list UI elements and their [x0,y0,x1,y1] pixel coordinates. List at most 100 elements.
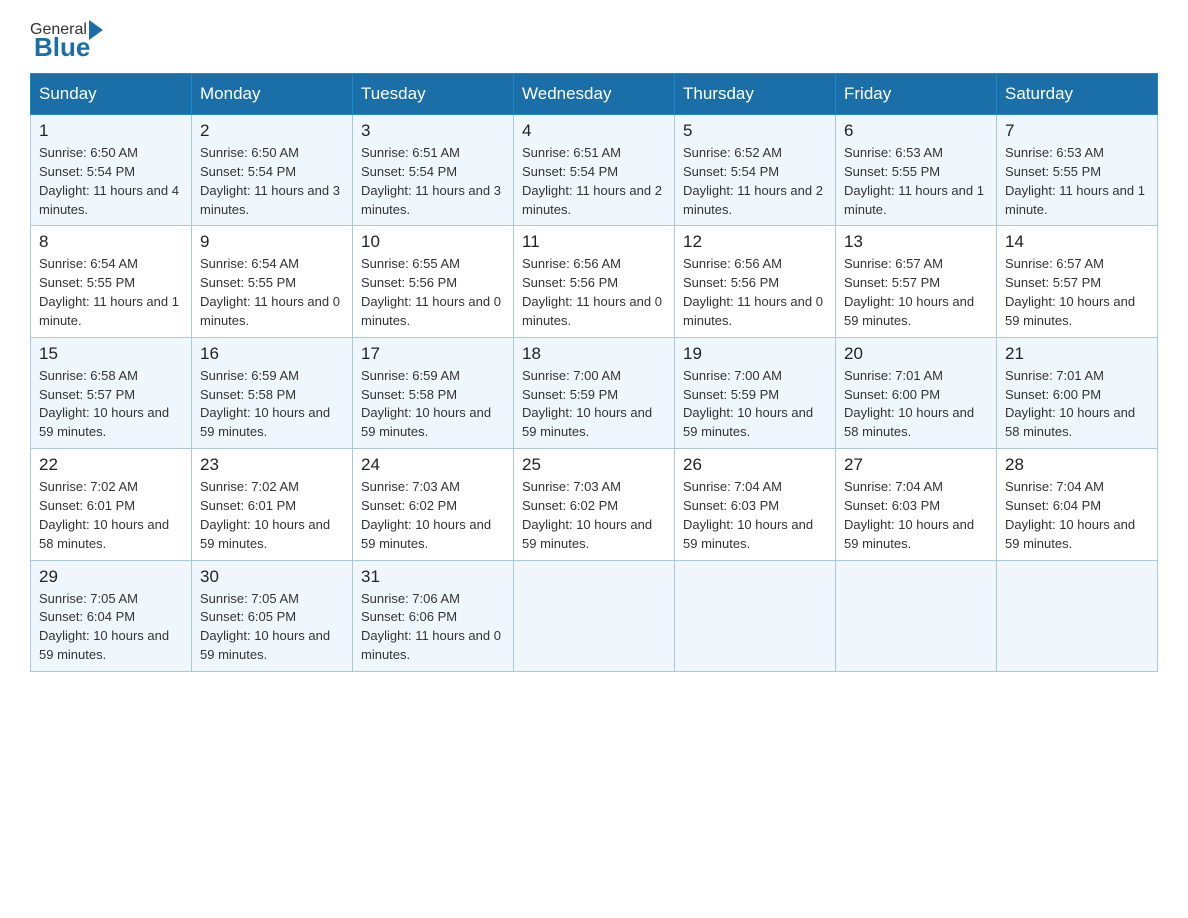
calendar-cell: 29 Sunrise: 7:05 AMSunset: 6:04 PMDaylig… [31,560,192,671]
day-info: Sunrise: 6:51 AMSunset: 5:54 PMDaylight:… [361,145,501,217]
weekday-header-saturday: Saturday [997,74,1158,115]
day-info: Sunrise: 7:04 AMSunset: 6:03 PMDaylight:… [683,479,813,551]
day-number: 5 [683,121,827,141]
day-info: Sunrise: 7:05 AMSunset: 6:05 PMDaylight:… [200,591,330,663]
logo: General Blue [30,20,105,63]
calendar-cell: 16 Sunrise: 6:59 AMSunset: 5:58 PMDaylig… [192,337,353,448]
day-info: Sunrise: 7:02 AMSunset: 6:01 PMDaylight:… [200,479,330,551]
calendar-cell: 19 Sunrise: 7:00 AMSunset: 5:59 PMDaylig… [675,337,836,448]
calendar-cell [836,560,997,671]
day-number: 17 [361,344,505,364]
day-info: Sunrise: 6:56 AMSunset: 5:56 PMDaylight:… [683,256,823,328]
day-number: 11 [522,232,666,252]
calendar-cell: 14 Sunrise: 6:57 AMSunset: 5:57 PMDaylig… [997,226,1158,337]
day-number: 8 [39,232,183,252]
week-row-4: 22 Sunrise: 7:02 AMSunset: 6:01 PMDaylig… [31,449,1158,560]
day-number: 29 [39,567,183,587]
calendar-cell: 28 Sunrise: 7:04 AMSunset: 6:04 PMDaylig… [997,449,1158,560]
day-number: 19 [683,344,827,364]
calendar-cell: 9 Sunrise: 6:54 AMSunset: 5:55 PMDayligh… [192,226,353,337]
weekday-header-wednesday: Wednesday [514,74,675,115]
day-number: 9 [200,232,344,252]
day-number: 26 [683,455,827,475]
day-number: 2 [200,121,344,141]
day-number: 4 [522,121,666,141]
day-number: 15 [39,344,183,364]
day-number: 21 [1005,344,1149,364]
weekday-header-row: SundayMondayTuesdayWednesdayThursdayFrid… [31,74,1158,115]
calendar-cell: 23 Sunrise: 7:02 AMSunset: 6:01 PMDaylig… [192,449,353,560]
day-info: Sunrise: 7:00 AMSunset: 5:59 PMDaylight:… [683,368,813,440]
weekday-header-tuesday: Tuesday [353,74,514,115]
day-info: Sunrise: 7:01 AMSunset: 6:00 PMDaylight:… [1005,368,1135,440]
calendar-cell: 1 Sunrise: 6:50 AMSunset: 5:54 PMDayligh… [31,115,192,226]
day-info: Sunrise: 7:02 AMSunset: 6:01 PMDaylight:… [39,479,169,551]
day-number: 14 [1005,232,1149,252]
weekday-header-monday: Monday [192,74,353,115]
calendar-table: SundayMondayTuesdayWednesdayThursdayFrid… [30,73,1158,672]
day-info: Sunrise: 7:04 AMSunset: 6:03 PMDaylight:… [844,479,974,551]
day-info: Sunrise: 7:00 AMSunset: 5:59 PMDaylight:… [522,368,652,440]
day-info: Sunrise: 6:56 AMSunset: 5:56 PMDaylight:… [522,256,662,328]
day-number: 27 [844,455,988,475]
calendar-cell: 4 Sunrise: 6:51 AMSunset: 5:54 PMDayligh… [514,115,675,226]
calendar-cell: 27 Sunrise: 7:04 AMSunset: 6:03 PMDaylig… [836,449,997,560]
calendar-cell: 15 Sunrise: 6:58 AMSunset: 5:57 PMDaylig… [31,337,192,448]
day-info: Sunrise: 6:50 AMSunset: 5:54 PMDaylight:… [200,145,340,217]
calendar-cell: 22 Sunrise: 7:02 AMSunset: 6:01 PMDaylig… [31,449,192,560]
day-number: 3 [361,121,505,141]
day-number: 6 [844,121,988,141]
day-number: 7 [1005,121,1149,141]
calendar-cell [675,560,836,671]
calendar-cell: 26 Sunrise: 7:04 AMSunset: 6:03 PMDaylig… [675,449,836,560]
day-number: 30 [200,567,344,587]
logo-blue-text: Blue [34,32,90,63]
day-number: 1 [39,121,183,141]
day-number: 31 [361,567,505,587]
calendar-cell: 24 Sunrise: 7:03 AMSunset: 6:02 PMDaylig… [353,449,514,560]
day-info: Sunrise: 6:57 AMSunset: 5:57 PMDaylight:… [1005,256,1135,328]
day-info: Sunrise: 6:50 AMSunset: 5:54 PMDaylight:… [39,145,179,217]
day-number: 25 [522,455,666,475]
day-info: Sunrise: 7:06 AMSunset: 6:06 PMDaylight:… [361,591,501,663]
calendar-cell: 11 Sunrise: 6:56 AMSunset: 5:56 PMDaylig… [514,226,675,337]
day-info: Sunrise: 6:55 AMSunset: 5:56 PMDaylight:… [361,256,501,328]
day-info: Sunrise: 7:05 AMSunset: 6:04 PMDaylight:… [39,591,169,663]
calendar-cell: 18 Sunrise: 7:00 AMSunset: 5:59 PMDaylig… [514,337,675,448]
calendar-cell: 21 Sunrise: 7:01 AMSunset: 6:00 PMDaylig… [997,337,1158,448]
calendar-cell: 13 Sunrise: 6:57 AMSunset: 5:57 PMDaylig… [836,226,997,337]
calendar-cell: 6 Sunrise: 6:53 AMSunset: 5:55 PMDayligh… [836,115,997,226]
day-info: Sunrise: 6:54 AMSunset: 5:55 PMDaylight:… [39,256,179,328]
page-header: General Blue [30,20,1158,63]
day-info: Sunrise: 6:52 AMSunset: 5:54 PMDaylight:… [683,145,823,217]
day-number: 16 [200,344,344,364]
day-info: Sunrise: 7:03 AMSunset: 6:02 PMDaylight:… [361,479,491,551]
calendar-cell: 31 Sunrise: 7:06 AMSunset: 6:06 PMDaylig… [353,560,514,671]
calendar-cell: 12 Sunrise: 6:56 AMSunset: 5:56 PMDaylig… [675,226,836,337]
day-number: 13 [844,232,988,252]
calendar-cell: 25 Sunrise: 7:03 AMSunset: 6:02 PMDaylig… [514,449,675,560]
calendar-cell: 8 Sunrise: 6:54 AMSunset: 5:55 PMDayligh… [31,226,192,337]
day-number: 10 [361,232,505,252]
day-number: 12 [683,232,827,252]
day-number: 18 [522,344,666,364]
week-row-5: 29 Sunrise: 7:05 AMSunset: 6:04 PMDaylig… [31,560,1158,671]
weekday-header-sunday: Sunday [31,74,192,115]
calendar-cell [997,560,1158,671]
calendar-cell: 10 Sunrise: 6:55 AMSunset: 5:56 PMDaylig… [353,226,514,337]
day-number: 24 [361,455,505,475]
calendar-cell: 2 Sunrise: 6:50 AMSunset: 5:54 PMDayligh… [192,115,353,226]
logo-arrow-icon [89,20,103,40]
week-row-3: 15 Sunrise: 6:58 AMSunset: 5:57 PMDaylig… [31,337,1158,448]
week-row-1: 1 Sunrise: 6:50 AMSunset: 5:54 PMDayligh… [31,115,1158,226]
day-info: Sunrise: 7:03 AMSunset: 6:02 PMDaylight:… [522,479,652,551]
day-info: Sunrise: 6:59 AMSunset: 5:58 PMDaylight:… [361,368,491,440]
weekday-header-friday: Friday [836,74,997,115]
day-info: Sunrise: 6:59 AMSunset: 5:58 PMDaylight:… [200,368,330,440]
day-info: Sunrise: 6:51 AMSunset: 5:54 PMDaylight:… [522,145,662,217]
calendar-cell: 5 Sunrise: 6:52 AMSunset: 5:54 PMDayligh… [675,115,836,226]
calendar-cell: 20 Sunrise: 7:01 AMSunset: 6:00 PMDaylig… [836,337,997,448]
week-row-2: 8 Sunrise: 6:54 AMSunset: 5:55 PMDayligh… [31,226,1158,337]
calendar-cell [514,560,675,671]
calendar-cell: 30 Sunrise: 7:05 AMSunset: 6:05 PMDaylig… [192,560,353,671]
